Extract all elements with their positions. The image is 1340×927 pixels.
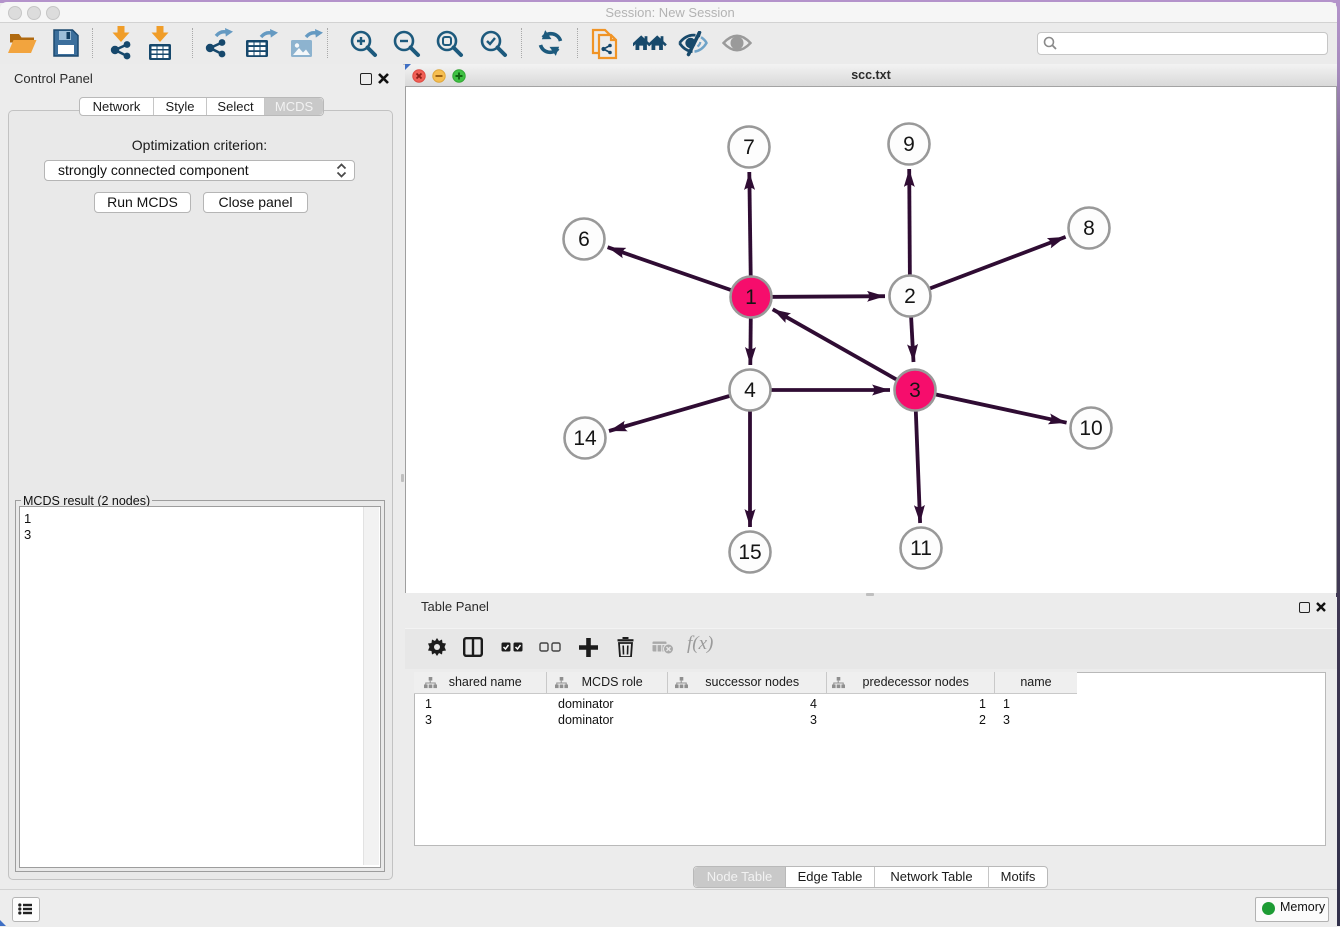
svg-text:4: 4 xyxy=(744,379,756,402)
svg-text:15: 15 xyxy=(738,541,761,564)
svg-text:7: 7 xyxy=(743,136,755,159)
svg-text:2: 2 xyxy=(904,285,916,308)
svg-text:10: 10 xyxy=(1079,417,1102,440)
svg-text:1: 1 xyxy=(745,286,757,309)
svg-text:14: 14 xyxy=(573,427,597,450)
svg-text:9: 9 xyxy=(903,133,915,156)
svg-text:3: 3 xyxy=(909,379,921,402)
svg-text:8: 8 xyxy=(1083,217,1095,240)
svg-text:6: 6 xyxy=(578,228,590,251)
svg-text:11: 11 xyxy=(910,537,932,560)
